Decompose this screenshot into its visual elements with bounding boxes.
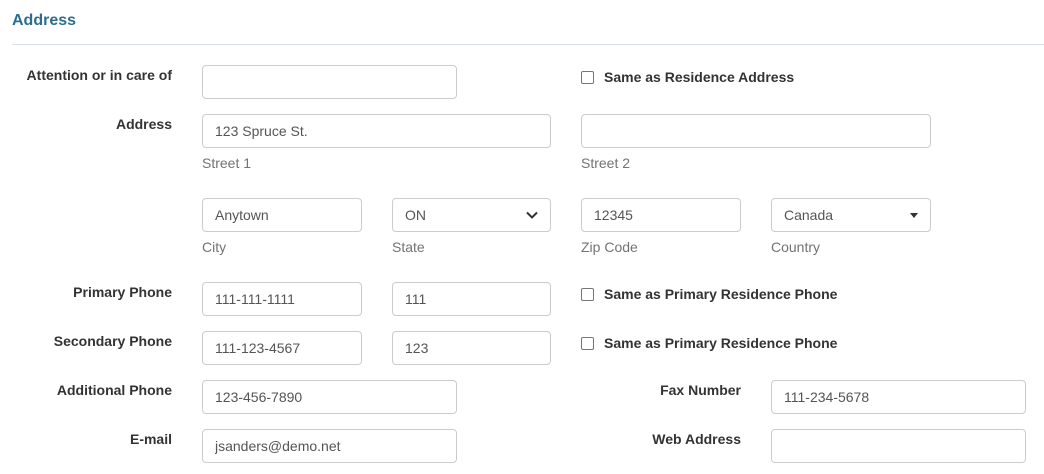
- caret-down-icon: [910, 212, 918, 218]
- additional-phone-label: Additional Phone: [56, 382, 172, 398]
- same-as-residence-address-row[interactable]: Same as Residence Address: [581, 69, 794, 85]
- secondary-same-phone-label: Same as Primary Residence Phone: [604, 335, 838, 351]
- primary-phone-ext-input[interactable]: [392, 282, 551, 316]
- secondary-phone-input[interactable]: [202, 331, 362, 365]
- primary-same-phone-checkbox[interactable]: [581, 287, 594, 301]
- street1-input[interactable]: [202, 114, 551, 148]
- address-label: Address: [115, 116, 172, 132]
- zip-input[interactable]: [581, 198, 741, 232]
- email-label: E-mail: [129, 431, 172, 447]
- city-help: City: [202, 239, 227, 255]
- attention-label: Attention or in care of: [26, 67, 172, 83]
- section-title: Address: [12, 12, 77, 29]
- secondary-same-phone-checkbox[interactable]: [581, 336, 594, 350]
- same-as-residence-address-label: Same as Residence Address: [604, 69, 795, 85]
- street2-input[interactable]: [581, 114, 931, 148]
- street1-help: Street 1: [202, 155, 252, 171]
- attention-input[interactable]: [202, 65, 457, 99]
- state-select-value: ON: [405, 207, 426, 223]
- same-as-residence-address-checkbox[interactable]: [581, 70, 594, 84]
- city-input[interactable]: [202, 198, 362, 232]
- state-select[interactable]: ON: [392, 198, 551, 232]
- additional-phone-input[interactable]: [202, 380, 457, 414]
- primary-same-phone-label: Same as Primary Residence Phone: [604, 286, 838, 302]
- primary-same-phone-row[interactable]: Same as Primary Residence Phone: [581, 286, 837, 302]
- web-address-input[interactable]: [771, 429, 1026, 463]
- primary-phone-input[interactable]: [202, 282, 362, 316]
- country-select-value: Canada: [784, 207, 834, 223]
- fax-input[interactable]: [771, 380, 1026, 414]
- chevron-down-icon: [526, 209, 538, 221]
- address-form: Address Attention or in care of Same as …: [0, 0, 1044, 474]
- primary-phone-label: Primary Phone: [73, 284, 172, 300]
- country-help: Country: [771, 239, 821, 255]
- section-divider: [12, 44, 1044, 45]
- secondary-phone-ext-input[interactable]: [392, 331, 551, 365]
- email-input[interactable]: [202, 429, 457, 463]
- fax-label: Fax Number: [660, 382, 741, 398]
- secondary-same-phone-row[interactable]: Same as Primary Residence Phone: [581, 335, 837, 351]
- country-select[interactable]: Canada: [771, 198, 931, 232]
- state-help: State: [392, 239, 425, 255]
- zip-help: Zip Code: [581, 239, 638, 255]
- secondary-phone-label: Secondary Phone: [53, 333, 172, 349]
- street2-help: Street 2: [581, 155, 631, 171]
- web-address-label: Web Address: [652, 431, 741, 447]
